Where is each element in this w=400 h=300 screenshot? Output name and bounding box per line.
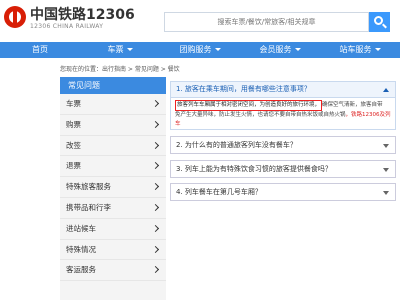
search-button[interactable] (369, 12, 390, 32)
sidebar-item-purchase[interactable]: 购票 (60, 115, 166, 136)
faq-content: 1. 旅客在乘车期间，用餐有哪些注意事项？ 旅客列车车厢属于相对密闭空间，为创造… (170, 77, 400, 300)
sidebar-item-change[interactable]: 改签 (60, 136, 166, 157)
sidebar-item-waiting[interactable]: 进站候车 (60, 219, 166, 240)
chevron-right-icon (151, 245, 160, 253)
breadcrumb[interactable]: 您现在的位置：出行指南 > 常见问题 > 餐饮 (60, 64, 180, 73)
nav-tickets[interactable]: 车票 (80, 42, 160, 58)
search-input[interactable] (164, 12, 369, 32)
chevron-right-icon (151, 162, 160, 170)
faq-sidebar: 常见问题 车票 购票 改签 退票 特殊旅客服务 携带品和行李 进站候车 特殊情况… (60, 77, 166, 300)
chevron-right-icon (151, 120, 160, 128)
faq-question-2[interactable]: 2. 为什么有的普通旅客列车没有餐车？ (170, 136, 396, 154)
nav-group-service[interactable]: 团购服务 (160, 42, 240, 58)
chevron-right-icon (151, 183, 160, 191)
chevron-right-icon (151, 266, 160, 274)
sidebar-item-passenger-service[interactable]: 客运服务 (60, 260, 166, 282)
chevron-down-icon (126, 48, 133, 51)
sidebar-item-refund[interactable]: 退票 (60, 156, 166, 178)
site-header: 中国铁路12306 12306 CHINA RAILWAY (0, 0, 400, 42)
chevron-down-icon (383, 191, 389, 195)
chevron-down-icon (383, 168, 389, 172)
chevron-right-icon (151, 141, 160, 149)
sidebar-item-special-cases[interactable]: 特殊情况 (60, 240, 166, 261)
main-nav: 首页 车票 团购服务 会员服务 站车服务 (0, 42, 400, 58)
chevron-right-icon (151, 203, 160, 212)
nav-station-service[interactable]: 站车服务 (320, 42, 400, 58)
sidebar-title: 常见问题 (60, 77, 166, 94)
chevron-down-icon (294, 48, 301, 51)
nav-home[interactable]: 首页 (0, 42, 80, 58)
highlighted-text: 旅客列车车厢属于相对密闭空间，为创造良好的旅行环境， (175, 100, 323, 111)
nav-member-service[interactable]: 会员服务 (240, 42, 320, 58)
chevron-right-icon (151, 99, 160, 108)
chevron-right-icon (151, 224, 160, 232)
chevron-up-icon (383, 88, 389, 92)
faq-question-4[interactable]: 4. 列车餐车在第几号车厢？ (170, 183, 396, 201)
sidebar-item-luggage[interactable]: 携带品和行李 (60, 198, 166, 219)
faq-question-1[interactable]: 1. 旅客在乘车期间，用餐有哪些注意事项？ (170, 81, 396, 98)
chevron-down-icon (383, 144, 389, 148)
sidebar-item-tickets[interactable]: 车票 (60, 94, 166, 115)
site-title[interactable]: 中国铁路12306 (30, 4, 135, 24)
sidebar-item-special-passengers[interactable]: 特殊旅客服务 (60, 177, 166, 198)
railway-logo-icon[interactable] (4, 6, 26, 28)
chevron-down-icon (374, 48, 381, 51)
site-subtitle: 12306 CHINA RAILWAY (30, 23, 104, 30)
faq-question-3[interactable]: 3. 列车上能为有特殊饮食习惯的旅客提供餐食吗？ (170, 160, 396, 178)
chevron-down-icon (214, 48, 221, 51)
faq-answer-1: 旅客列车车厢属于相对密闭空间，为创造良好的旅行环境， 确保空气清新，旅客自带 免产… (170, 98, 396, 130)
